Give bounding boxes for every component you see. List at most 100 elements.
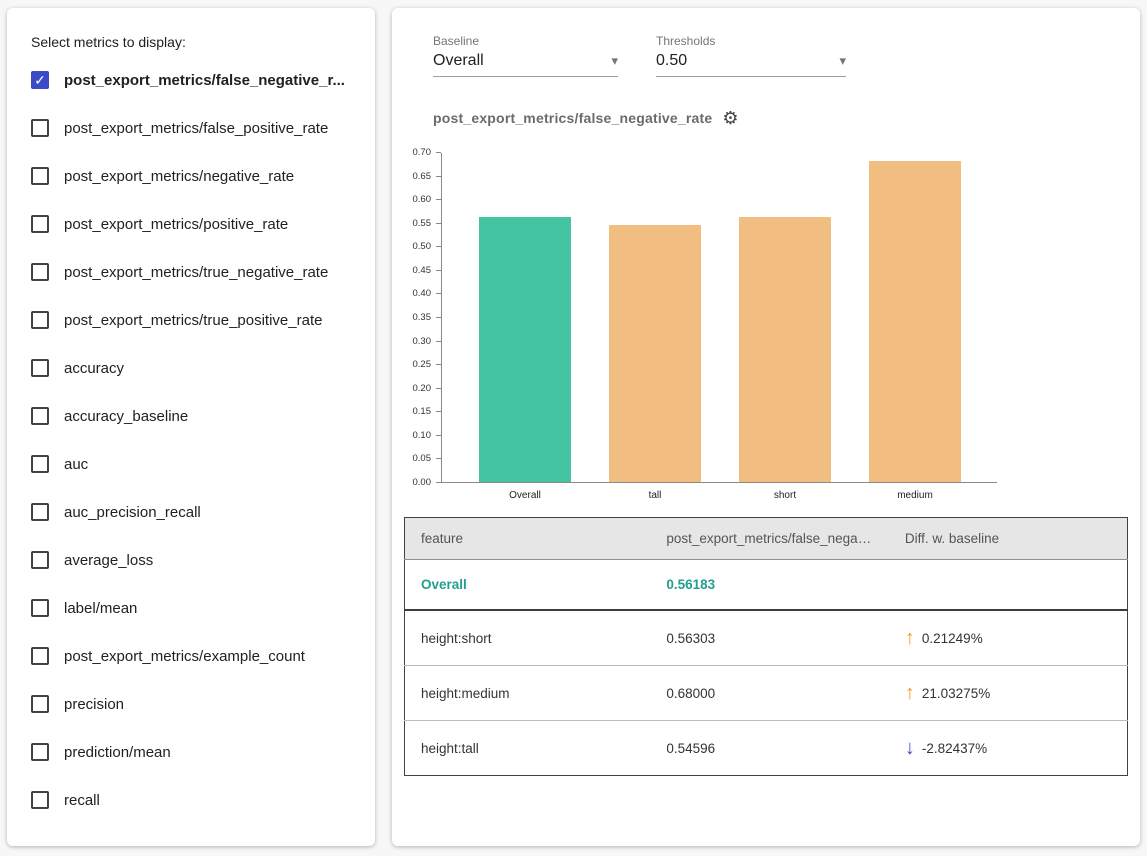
chevron-down-icon: ▾: [611, 53, 618, 69]
table-body: Overall0.56183height:short0.56303↑0.2124…: [405, 560, 1128, 776]
metric-row[interactable]: post_export_metrics/true_positive_rate: [7, 296, 375, 344]
checkbox-unchecked-icon[interactable]: [31, 455, 49, 473]
up-arrow-icon: ↑: [905, 628, 915, 648]
table-header-cell: post_export_metrics/false_negative_rat..…: [650, 518, 889, 560]
panel-title: Select metrics to display:: [7, 34, 375, 50]
table-head: featurepost_export_metrics/false_negativ…: [405, 518, 1128, 560]
table-row: height:short0.56303↑0.21249%: [405, 610, 1128, 666]
bar-slot: short: [720, 152, 850, 482]
metric-row[interactable]: post_export_metrics/example_count: [7, 632, 375, 680]
y-axis-tick-label: 0.30: [401, 336, 431, 347]
y-axis-tick-label: 0.20: [401, 383, 431, 394]
checkbox-unchecked-icon[interactable]: [31, 791, 49, 809]
y-axis-tick-label: 0.40: [401, 288, 431, 299]
table-row: height:tall0.54596 ↓-2.82437%: [405, 721, 1128, 776]
bar-slot: medium: [850, 152, 980, 482]
bars-group: Overalltallshortmedium: [442, 152, 980, 482]
diff-wrap: ↓-2.82437%: [905, 738, 1111, 758]
metric-label: post_export_metrics/true_positive_rate: [64, 312, 322, 329]
baseline-dropdown-value-row: Overall ▾: [433, 52, 618, 77]
checkbox-unchecked-icon[interactable]: [31, 119, 49, 137]
metric-row[interactable]: auc_precision_recall: [7, 488, 375, 536]
table-header-cell: Diff. w. baseline: [889, 518, 1128, 560]
y-axis-tick-label: 0.55: [401, 218, 431, 229]
checkbox-unchecked-icon[interactable]: [31, 599, 49, 617]
feature-cell: height:tall: [405, 721, 651, 776]
bar[interactable]: [739, 217, 831, 482]
metric-row[interactable]: prediction/mean: [7, 728, 375, 776]
plot-area: Overalltallshortmedium: [441, 153, 997, 483]
metric-row[interactable]: average_loss: [7, 536, 375, 584]
value-cell: 0.56183: [650, 560, 889, 611]
diff-cell: [889, 560, 1128, 611]
checkbox-unchecked-icon[interactable]: [31, 311, 49, 329]
bar[interactable]: [609, 225, 701, 482]
checkbox-unchecked-icon[interactable]: [31, 263, 49, 281]
checkbox-unchecked-icon[interactable]: [31, 215, 49, 233]
metric-label: average_loss: [64, 552, 153, 569]
diff-value: -2.82437%: [922, 741, 987, 756]
value-cell: 0.54596: [650, 721, 889, 776]
thresholds-dropdown[interactable]: Thresholds 0.50 ▾: [656, 34, 846, 77]
thresholds-dropdown-label: Thresholds: [656, 34, 846, 48]
y-axis: 0.000.050.100.150.200.250.300.350.400.45…: [397, 153, 441, 483]
y-axis-tick-label: 0.65: [401, 171, 431, 182]
value-cell: 0.56303: [650, 610, 889, 666]
bar-chart: 0.000.050.100.150.200.250.300.350.400.45…: [397, 153, 1140, 505]
y-axis-tick-label: 0.00: [401, 477, 431, 488]
checkbox-unchecked-icon[interactable]: [31, 743, 49, 761]
bar[interactable]: [479, 217, 571, 482]
bar[interactable]: [869, 161, 961, 482]
x-axis-label: short: [720, 490, 850, 501]
chart-header: post_export_metrics/false_negative_rate …: [392, 109, 1140, 127]
baseline-dropdown[interactable]: Baseline Overall ▾: [433, 34, 618, 77]
diff-value: 21.03275%: [922, 686, 990, 701]
metric-row[interactable]: accuracy: [7, 344, 375, 392]
metric-row[interactable]: post_export_metrics/positive_rate: [7, 200, 375, 248]
metric-label: post_export_metrics/false_positive_rate: [64, 120, 328, 137]
metrics-table: featurepost_export_metrics/false_negativ…: [404, 517, 1128, 776]
metric-label: post_export_metrics/negative_rate: [64, 168, 294, 185]
bar-slot: Overall: [460, 152, 590, 482]
y-axis-tick-label: 0.25: [401, 359, 431, 370]
metric-label: accuracy_baseline: [64, 408, 188, 425]
y-axis-tick-label: 0.60: [401, 194, 431, 205]
metric-row[interactable]: ✓post_export_metrics/false_negative_r...: [7, 56, 375, 104]
metric-row[interactable]: post_export_metrics/false_positive_rate: [7, 104, 375, 152]
checkbox-unchecked-icon[interactable]: [31, 167, 49, 185]
metric-label: post_export_metrics/example_count: [64, 648, 305, 665]
table-row: height:medium0.68000↑21.03275%: [405, 666, 1128, 721]
checkbox-unchecked-icon[interactable]: [31, 359, 49, 377]
checkbox-unchecked-icon[interactable]: [31, 695, 49, 713]
checkbox-unchecked-icon[interactable]: [31, 551, 49, 569]
results-panel: Baseline Overall ▾ Thresholds 0.50 ▾ pos…: [392, 8, 1140, 846]
metric-label: auc: [64, 456, 88, 473]
metric-label: recall: [64, 792, 100, 809]
metric-label: precision: [64, 696, 124, 713]
checkbox-unchecked-icon[interactable]: [31, 407, 49, 425]
settings-gear-icon[interactable]: ⚙: [722, 109, 738, 127]
metric-row[interactable]: label/mean: [7, 584, 375, 632]
checkbox-unchecked-icon[interactable]: [31, 647, 49, 665]
metric-row[interactable]: accuracy_baseline: [7, 392, 375, 440]
controls-row: Baseline Overall ▾ Thresholds 0.50 ▾: [392, 34, 1140, 77]
feature-cell: height:medium: [405, 666, 651, 721]
checkbox-checked-icon[interactable]: ✓: [31, 71, 49, 89]
metric-label: prediction/mean: [64, 744, 171, 761]
metric-label: auc_precision_recall: [64, 504, 201, 521]
metric-row[interactable]: post_export_metrics/negative_rate: [7, 152, 375, 200]
table-row: Overall0.56183: [405, 560, 1128, 611]
baseline-dropdown-label: Baseline: [433, 34, 618, 48]
table-header-row: featurepost_export_metrics/false_negativ…: [405, 518, 1128, 560]
y-axis-tick-label: 0.05: [401, 453, 431, 464]
diff-wrap: ↑0.21249%: [905, 628, 1111, 648]
table-header-cell: feature: [405, 518, 651, 560]
diff-cell: ↑0.21249%: [889, 610, 1128, 666]
metric-label: accuracy: [64, 360, 124, 377]
chart-title: post_export_metrics/false_negative_rate: [433, 110, 712, 126]
metric-row[interactable]: post_export_metrics/true_negative_rate: [7, 248, 375, 296]
checkbox-unchecked-icon[interactable]: [31, 503, 49, 521]
metric-row[interactable]: precision: [7, 680, 375, 728]
metric-row[interactable]: auc: [7, 440, 375, 488]
metric-row[interactable]: recall: [7, 776, 375, 824]
